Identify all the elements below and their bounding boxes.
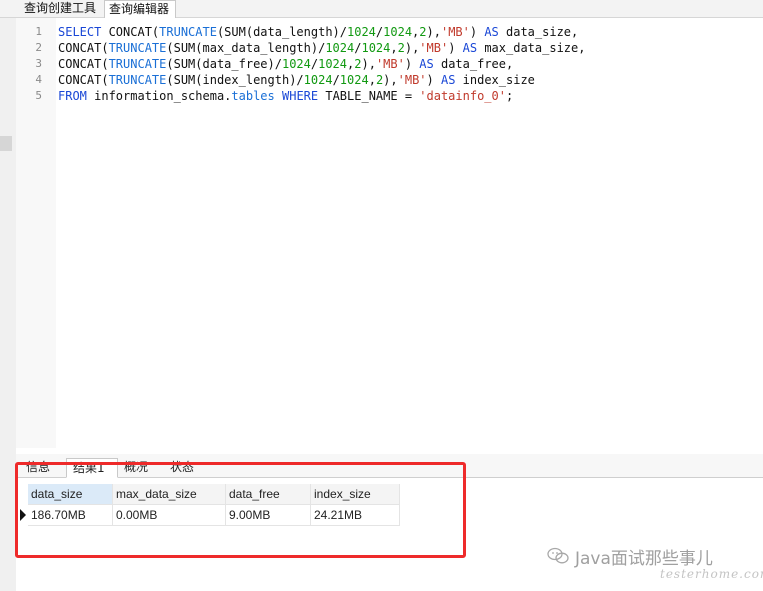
code-text: CONCAT(TRUNCATE(SUM(index_length)/1024/1… — [58, 72, 535, 88]
splitter-handle[interactable] — [0, 136, 12, 151]
code-token: 1024 — [318, 57, 348, 71]
sql-editor[interactable]: 1 SELECT CONCAT(TRUNCATE(SUM(data_length)… — [16, 18, 763, 448]
code-token: 2 — [419, 25, 427, 39]
watermark-subtext: testerhome.com — [660, 567, 763, 581]
query-tab-bar: 查询创建工具 查询编辑器 — [0, 0, 763, 18]
code-token: (SUM(data_length)/ — [216, 25, 347, 39]
watermark: Java面试那些事儿 — [547, 543, 713, 569]
code-token: , — [390, 41, 398, 55]
code-text: CONCAT(TRUNCATE(SUM(data_free)/1024/1024… — [58, 56, 513, 72]
code-token: 1024 — [303, 73, 333, 87]
code-token: SELECT — [58, 25, 102, 39]
code-token: AS — [462, 41, 478, 55]
result-pane: 信息 结果1 概况 状态 data_size max_data_size dat… — [16, 454, 763, 591]
tab-info[interactable]: 信息 — [20, 458, 64, 478]
tab-query-builder[interactable]: 查询创建工具 — [20, 0, 104, 18]
tab-profile[interactable]: 概况 — [118, 458, 162, 478]
code-token: 2 — [397, 41, 405, 55]
tab-status[interactable]: 状态 — [164, 458, 208, 478]
code-token: ), — [404, 41, 420, 55]
code-token: 1024 — [383, 25, 413, 39]
code-token: / — [332, 73, 340, 87]
wechat-icon — [547, 547, 569, 564]
code-token: CONCAT( — [58, 73, 109, 87]
code-text: FROM information_schema.tables WHERE TAB… — [58, 88, 513, 104]
code-token: TRUNCATE — [108, 41, 167, 55]
code-token: 1024 — [325, 41, 355, 55]
line-number: 3 — [35, 57, 42, 70]
result-tab-bar: 信息 结果1 概况 状态 — [16, 454, 763, 478]
column-header-max-data-size[interactable]: max_data_size — [113, 484, 226, 505]
table-row[interactable]: 186.70MB 0.00MB 9.00MB 24.21MB — [16, 505, 416, 526]
code-token: 'MB' — [375, 57, 405, 71]
tab-query-editor[interactable]: 查询编辑器 — [104, 0, 176, 18]
code-token: ), — [383, 73, 398, 87]
code-token: TRUNCATE — [108, 57, 167, 71]
code-token: information_schema. — [86, 89, 232, 103]
code-token: ; — [505, 89, 514, 103]
code-token: AS — [484, 25, 499, 39]
code-token: AS — [419, 57, 434, 71]
code-token: ), — [426, 25, 441, 39]
code-token: CONCAT( — [101, 25, 160, 39]
code-token: , — [368, 73, 376, 87]
code-token: 1024 — [361, 41, 391, 55]
code-token: ), — [361, 57, 376, 71]
code-token: data_free, — [433, 57, 514, 71]
code-token: 'MB' — [397, 73, 427, 87]
code-text: CONCAT(TRUNCATE(SUM(max_data_length)/102… — [58, 40, 585, 56]
code-token: WHERE — [282, 89, 319, 103]
cell-max-data-size[interactable]: 0.00MB — [113, 505, 226, 526]
code-token: tables — [231, 89, 275, 103]
code-token: 'datainfo_0' — [419, 89, 506, 103]
code-token: (SUM(index_length)/ — [166, 73, 304, 87]
code-token: CONCAT( — [58, 57, 109, 71]
code-token: ) — [448, 41, 463, 55]
code-token: FROM — [58, 89, 87, 103]
left-panel-strip — [0, 18, 16, 591]
code-token: ) — [404, 57, 420, 71]
code-token: 1024 — [281, 57, 311, 71]
code-token: index_size — [455, 73, 535, 87]
line-number: 5 — [35, 89, 42, 102]
grid-header-row: data_size max_data_size data_free index_… — [16, 484, 416, 505]
tab-result-1[interactable]: 结果1 — [66, 458, 118, 478]
line-number: 2 — [35, 41, 42, 54]
code-token: ) — [426, 73, 441, 87]
column-header-data-size[interactable]: data_size — [28, 484, 113, 505]
cell-data-free[interactable]: 9.00MB — [226, 505, 311, 526]
code-token: (SUM(data_free)/ — [166, 57, 282, 71]
watermark-text: Java面试那些事儿 — [575, 548, 713, 569]
code-token: data_size, — [498, 25, 579, 39]
code-token: CONCAT( — [58, 41, 109, 55]
code-token: TRUNCATE — [108, 73, 167, 87]
line-number: 1 — [35, 25, 42, 38]
code-token: AS — [440, 73, 456, 87]
code-token: max_data_size, — [477, 41, 586, 55]
current-row-indicator-icon — [20, 509, 26, 521]
column-header-index-size[interactable]: index_size — [311, 484, 400, 505]
cell-index-size[interactable]: 24.21MB — [311, 505, 400, 526]
code-token: 'MB' — [440, 25, 470, 39]
code-text: SELECT CONCAT(TRUNCATE(SUM(data_length)/… — [58, 24, 578, 40]
code-token: ) — [469, 25, 485, 39]
line-number: 4 — [35, 73, 42, 86]
cell-data-size[interactable]: 186.70MB — [28, 505, 113, 526]
code-token: 'MB' — [419, 41, 449, 55]
code-token: 1024 — [347, 25, 376, 39]
code-token: 1024 — [339, 73, 369, 87]
column-header-data-free[interactable]: data_free — [226, 484, 311, 505]
code-token: (SUM(max_data_length)/ — [166, 41, 326, 55]
code-token: TABLE_NAME = — [318, 89, 420, 103]
code-token: TRUNCATE — [159, 25, 217, 39]
